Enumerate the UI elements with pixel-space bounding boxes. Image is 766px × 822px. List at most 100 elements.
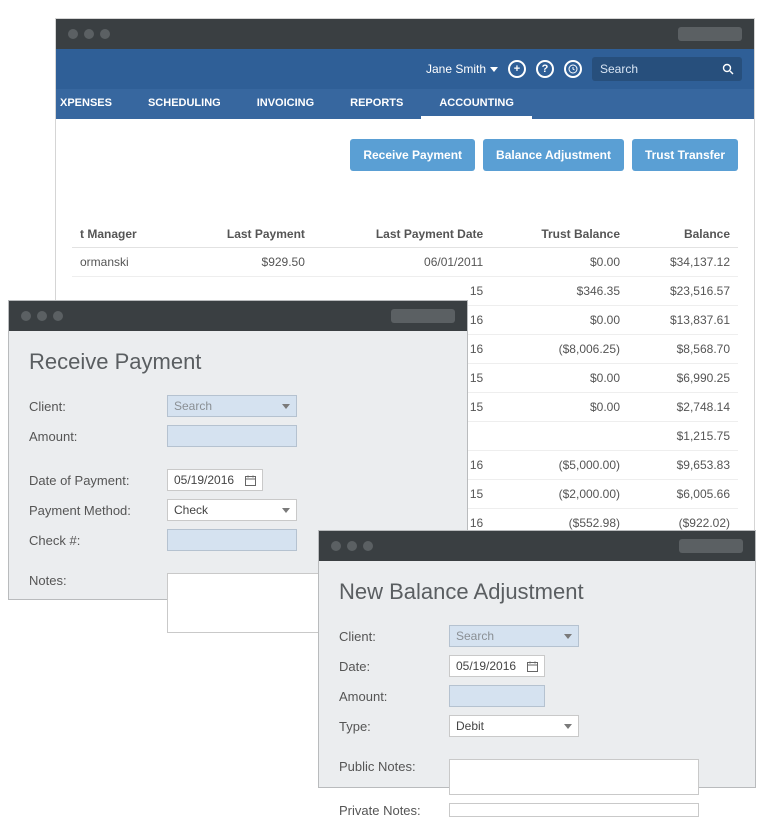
table-cell: $23,516.57 [628,277,738,306]
date-of-payment-input[interactable]: 05/19/2016 [167,469,263,491]
user-menu[interactable]: Jane Smith [426,62,498,76]
table-cell: $0.00 [491,248,628,277]
date-value: 05/19/2016 [456,659,516,673]
window-pill [391,309,455,323]
table-cell: ormanski [72,248,177,277]
table-cell: 06/01/2011 [313,248,491,277]
client-select[interactable]: Search [167,395,297,417]
user-name-label: Jane Smith [426,62,486,76]
action-buttons: Receive Payment Balance Adjustment Trust… [72,139,738,171]
amount-input[interactable] [167,425,297,447]
help-icon[interactable]: ? [536,60,554,78]
chevron-down-icon [564,634,572,639]
chevron-down-icon [564,724,572,729]
col-balance: Balance [628,221,738,248]
table-cell: ($5,000.00) [491,451,628,480]
notes-label: Notes: [29,573,157,588]
nav-invoicing[interactable]: INVOICING [239,89,332,119]
table-cell: $8,568.70 [628,335,738,364]
table-row[interactable]: ormanski$929.5006/01/2011$0.00$34,137.12 [72,248,738,277]
dialog-titlebar [319,531,755,561]
window-pill [679,539,743,553]
table-cell: ($2,000.00) [491,480,628,509]
window-dot [100,29,110,39]
table-cell: $0.00 [491,364,628,393]
trust-transfer-button[interactable]: Trust Transfer [632,139,738,171]
payment-method-select[interactable]: Check [167,499,297,521]
date-label: Date of Payment: [29,473,157,488]
window-dot [363,541,373,551]
client-placeholder: Search [456,629,494,643]
type-value: Debit [456,719,484,733]
plus-icon[interactable]: + [508,60,526,78]
nav-expenses[interactable]: XPENSES [56,89,130,119]
receive-payment-button[interactable]: Receive Payment [350,139,475,171]
calendar-icon [245,475,256,486]
amount-label: Amount: [29,429,157,444]
table-cell: $346.35 [491,277,628,306]
table-cell: $929.50 [177,248,313,277]
window-titlebar [56,19,754,49]
search-input[interactable] [600,62,700,76]
window-dot [37,311,47,321]
date-input[interactable]: 05/19/2016 [449,655,545,677]
table-cell: $6,990.25 [628,364,738,393]
col-last-payment: Last Payment [177,221,313,248]
nav-reports[interactable]: REPORTS [332,89,421,119]
window-dot [21,311,31,321]
table-cell: $1,215.75 [628,422,738,451]
client-label: Client: [339,629,439,644]
balance-adjustment-dialog: New Balance Adjustment Client: Search Da… [318,530,756,788]
dialog-titlebar [9,301,467,331]
calendar-icon [527,661,538,672]
client-select[interactable]: Search [449,625,579,647]
chevron-down-icon [282,404,290,409]
table-cell: $0.00 [491,393,628,422]
date-label: Date: [339,659,439,674]
method-value: Check [174,503,208,517]
table-cell: $6,005.66 [628,480,738,509]
amount-label: Amount: [339,689,439,704]
table-header-row: t Manager Last Payment Last Payment Date… [72,221,738,248]
window-pill [678,27,742,41]
nav-scheduling[interactable]: SCHEDULING [130,89,239,119]
type-label: Type: [339,719,439,734]
amount-input[interactable] [449,685,545,707]
private-notes-label: Private Notes: [339,803,439,818]
table-cell: $9,653.83 [628,451,738,480]
balance-dialog-title: New Balance Adjustment [319,561,755,621]
table-cell: $13,837.61 [628,306,738,335]
date-value: 05/19/2016 [174,473,234,487]
window-dot [53,311,63,321]
table-cell [491,422,628,451]
chevron-down-icon [282,508,290,513]
nav-accounting[interactable]: ACCOUNTING [421,89,532,119]
client-placeholder: Search [174,399,212,413]
method-label: Payment Method: [29,503,157,518]
check-number-input[interactable] [167,529,297,551]
type-select[interactable]: Debit [449,715,579,737]
col-trust-balance: Trust Balance [491,221,628,248]
clock-icon[interactable] [564,60,582,78]
window-dot [347,541,357,551]
table-cell: $2,748.14 [628,393,738,422]
private-notes-textarea[interactable] [449,803,699,817]
window-dot [331,541,341,551]
window-dot [84,29,94,39]
receive-dialog-title: Receive Payment [9,331,467,391]
table-cell: $34,137.12 [628,248,738,277]
col-manager: t Manager [72,221,177,248]
check-label: Check #: [29,533,157,548]
search-icon [722,63,734,75]
table-cell: ($8,006.25) [491,335,628,364]
chevron-down-icon [490,67,498,72]
client-label: Client: [29,399,157,414]
search-box[interactable] [592,57,742,81]
app-header: Jane Smith + ? [56,49,754,89]
public-notes-label: Public Notes: [339,759,439,774]
table-cell: $0.00 [491,306,628,335]
col-last-payment-date: Last Payment Date [313,221,491,248]
nav-bar: XPENSES SCHEDULING INVOICING REPORTS ACC… [56,89,754,119]
balance-adjustment-button[interactable]: Balance Adjustment [483,139,624,171]
window-dot [68,29,78,39]
